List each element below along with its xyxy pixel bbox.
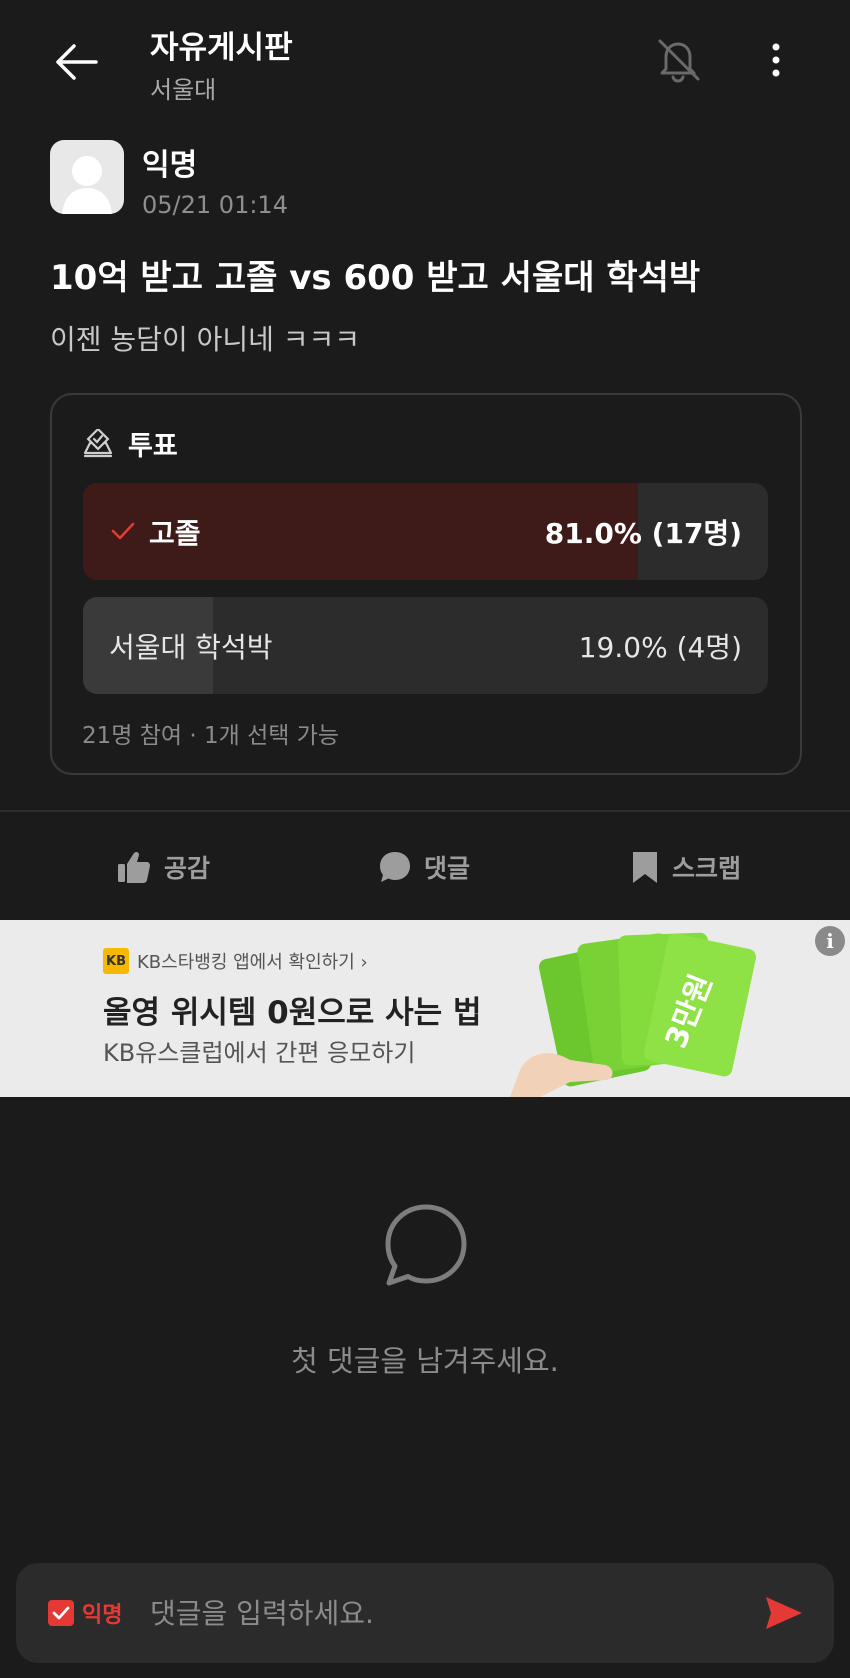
poll-option-label: 고졸 (149, 516, 201, 550)
like-label: 공감 (164, 854, 211, 883)
poll-option-result: 81.0% (17명) (544, 516, 742, 550)
comment-label: 댓글 (424, 854, 471, 883)
board-subtitle: 서울대 (150, 76, 217, 104)
bookmark-icon (633, 852, 657, 883)
scrap-label: 스크랩 (672, 854, 742, 883)
comment-input[interactable] (150, 1585, 710, 1641)
ad-info-icon[interactable]: i (815, 926, 845, 956)
send-icon (766, 1597, 802, 1629)
poll-title: 투표 (128, 431, 178, 462)
more-vertical-icon (772, 43, 780, 77)
poll-header: 투표 (82, 424, 178, 463)
poll-option-result: 19.0% (4명) (578, 630, 742, 664)
default-avatar-icon (62, 156, 112, 214)
poll-footer: 21명 참여 · 1개 선택 가능 (82, 723, 340, 749)
poll-option-label: 서울대 학석박 (109, 630, 273, 664)
coupon-cards-image: 3만원 (510, 932, 757, 1097)
divider (0, 810, 850, 812)
notification-toggle-button[interactable] (648, 30, 708, 90)
more-options-button[interactable] (752, 30, 800, 90)
author-name: 익명 (142, 148, 198, 183)
vote-icon (83, 428, 113, 457)
board-title: 자유게시판 (150, 30, 293, 66)
anonymous-label: 익명 (82, 1603, 123, 1628)
ad-title: 올영 위시템 0원으로 사는 법 (103, 995, 482, 1031)
ad-top-text: KB스타뱅킹 앱에서 확인하기 › (137, 952, 368, 973)
back-button[interactable] (44, 30, 108, 94)
kb-logo-icon: KB (103, 948, 129, 974)
empty-comments-text: 첫 댓글을 남겨주세요. (291, 1344, 559, 1378)
chat-bubble-icon (380, 852, 410, 882)
check-icon (111, 522, 135, 540)
comment-button[interactable]: 댓글 (378, 842, 470, 892)
ad-subtitle: KB유스클럽에서 간편 응모하기 (103, 1039, 416, 1067)
post-body: 이젠 농담이 아니네 ㅋㅋㅋ (50, 323, 361, 356)
post-title: 10억 받고 고졸 vs 600 받고 서울대 학석박 (50, 258, 701, 298)
avatar (50, 140, 124, 214)
like-button[interactable]: 공감 (116, 842, 210, 892)
send-button[interactable] (756, 1585, 812, 1641)
arrow-left-icon (56, 44, 98, 80)
post-timestamp: 05/21 01:14 (142, 191, 288, 219)
checkbox-checked-icon (48, 1600, 74, 1626)
thumbs-up-icon (118, 851, 150, 883)
anonymous-checkbox[interactable]: 익명 (48, 1563, 122, 1663)
ad-top-line: KB KB스타뱅킹 앱에서 확인하기 › (103, 948, 368, 974)
comment-input-bar: 익명 (16, 1563, 834, 1663)
poll-option-1[interactable]: 고졸 81.0% (17명) (83, 483, 768, 580)
scrap-button[interactable]: 스크랩 (630, 842, 741, 892)
poll-option-2[interactable]: 서울대 학석박 19.0% (4명) (83, 597, 768, 694)
ad-banner[interactable]: KB KB스타뱅킹 앱에서 확인하기 › 올영 위시템 0원으로 사는 법 KB… (0, 920, 850, 1097)
bell-off-icon (658, 39, 700, 83)
empty-comments-icon (385, 1204, 467, 1286)
